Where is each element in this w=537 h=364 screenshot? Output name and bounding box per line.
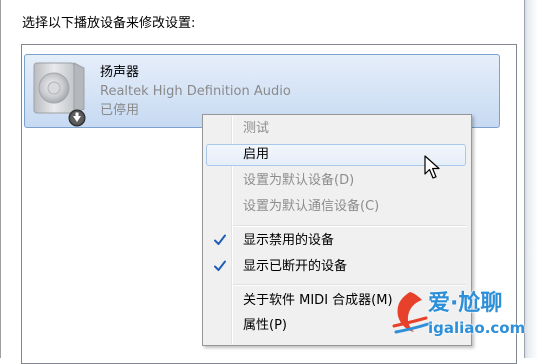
device-status: 已停用: [100, 103, 140, 118]
menu-item-label: 显示已断开的设备: [243, 259, 348, 274]
device-name: 扬声器: [100, 65, 140, 80]
watermark: 爱·尬聊 igaliao.com: [388, 286, 534, 342]
menu-item-label: 显示禁用的设备: [243, 233, 335, 248]
mouse-cursor-icon: [424, 155, 440, 179]
menu-item-set-default-communication[interactable]: 设置为默认通信设备(C): [206, 196, 466, 218]
watermark-logo-icon: [392, 292, 430, 334]
watermark-brand: 爱·尬聊: [428, 291, 503, 316]
disabled-arrow-icon: [68, 109, 86, 127]
menu-item-label: 设置为默认通信设备(C): [243, 199, 380, 214]
menu-separator: [233, 225, 466, 227]
menu-item-show-disabled-devices[interactable]: 显示禁用的设备: [206, 230, 466, 252]
check-icon: [214, 234, 226, 245]
menu-item-label: 测试: [243, 121, 270, 136]
device-description: Realtek High Definition Audio: [100, 84, 291, 99]
menu-item-label: 属性(P): [243, 318, 287, 333]
window-left-border: [0, 0, 1, 358]
menu-item-label: 启用: [243, 147, 270, 162]
menu-item-show-disconnected-devices[interactable]: 显示已断开的设备: [206, 256, 466, 278]
watermark-url: igaliao.com: [428, 319, 526, 337]
instruction-text: 选择以下播放设备来修改设置:: [22, 16, 196, 31]
menu-item-label: 关于软件 MIDI 合成器(M): [243, 293, 393, 308]
menu-item-test[interactable]: 测试: [206, 118, 466, 140]
menu-item-label: 设置为默认设备(D): [243, 173, 355, 188]
check-icon: [214, 260, 226, 271]
